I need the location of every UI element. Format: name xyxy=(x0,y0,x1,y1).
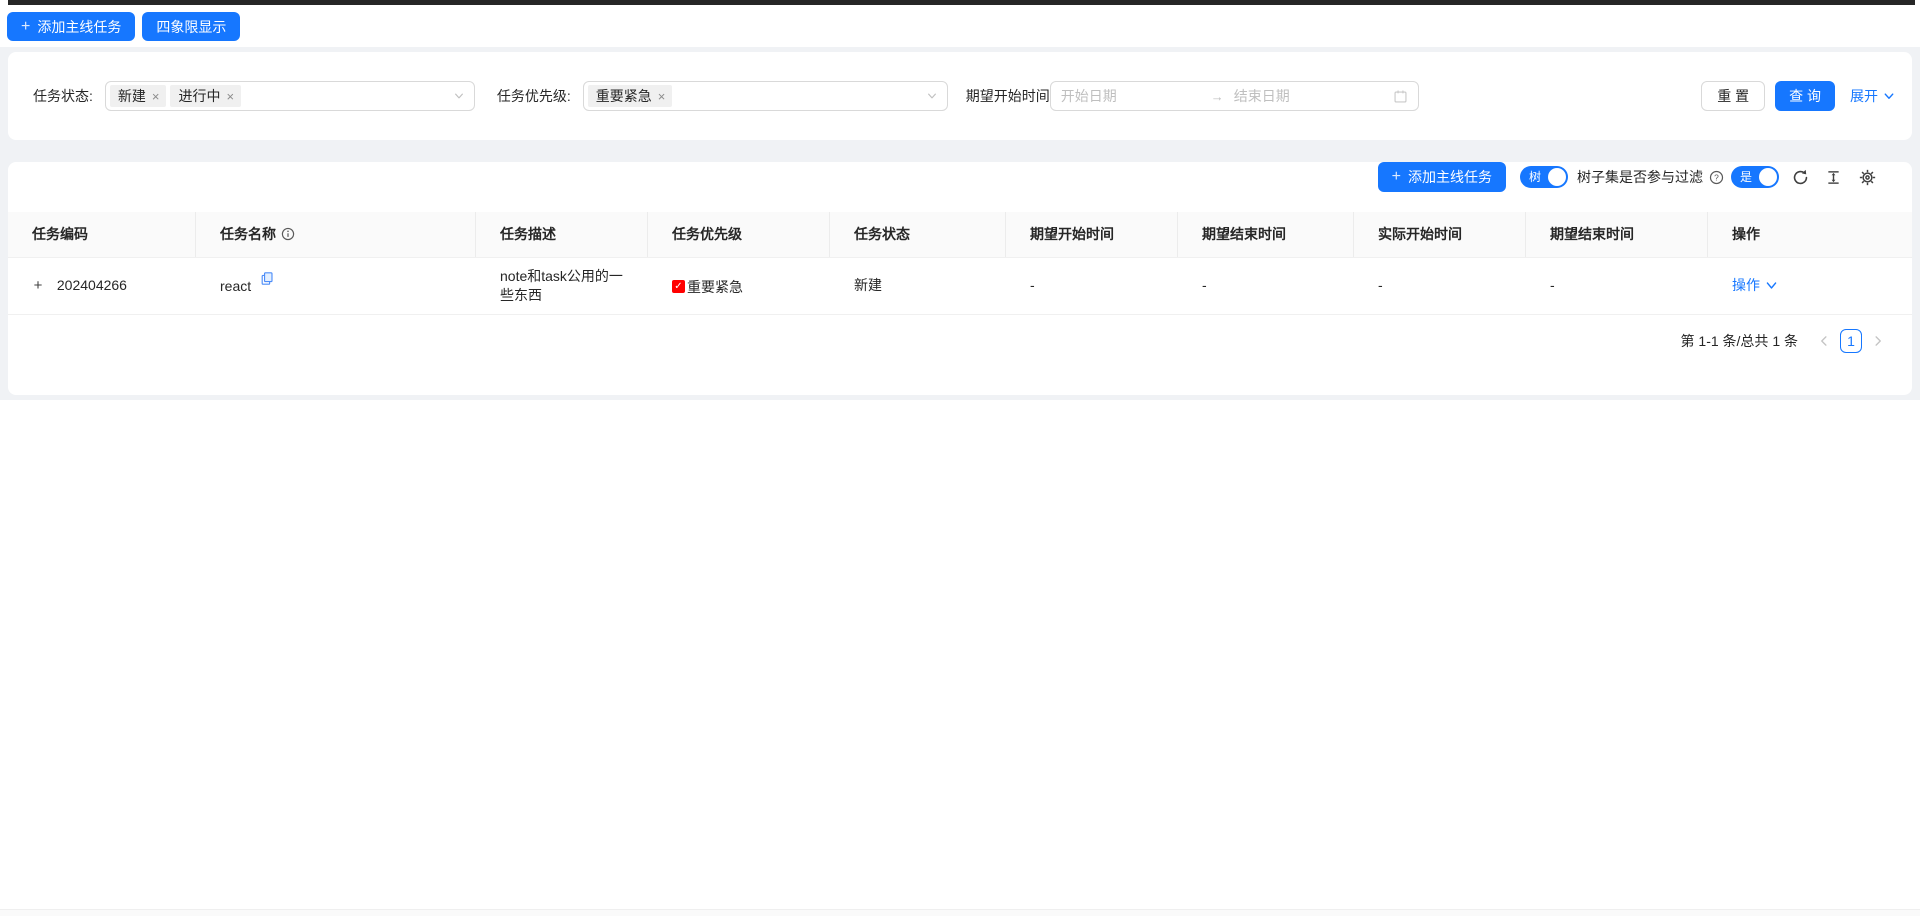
task-code-cell: + 202404266 xyxy=(8,257,196,314)
task-status-select[interactable]: 新建 × 进行中 × xyxy=(105,81,475,111)
row-expand-icon[interactable]: + xyxy=(32,276,44,296)
header-cell-actual-start: 实际开始时间 xyxy=(1354,212,1526,257)
expand-label: 展开 xyxy=(1850,86,1878,106)
start-date-input[interactable] xyxy=(1061,88,1211,104)
tag-close-icon[interactable]: × xyxy=(658,90,666,103)
expected-start-cell: - xyxy=(1006,257,1178,314)
svg-text:?: ? xyxy=(1714,172,1719,182)
header-cell-task-status: 任务状态 xyxy=(830,212,1006,257)
copy-icon[interactable] xyxy=(260,271,274,286)
task-description-value: note和task公用的一些东西 xyxy=(500,268,623,302)
header-cell-task-priority: 任务优先级 xyxy=(648,212,830,257)
header-cell-actions: 操作 xyxy=(1708,212,1912,257)
status-tag-new-label: 新建 xyxy=(118,86,146,106)
expand-filters-link[interactable]: 展开 xyxy=(1850,86,1895,106)
priority-value: 重要紧急 xyxy=(687,278,743,296)
date-range-picker[interactable]: → xyxy=(1050,81,1419,111)
pagination-total: 第 1-1 条/总共 1 条 xyxy=(1681,331,1798,351)
calendar-icon[interactable] xyxy=(1393,89,1408,104)
header-cell-task-description: 任务描述 xyxy=(476,212,648,257)
task-description-cell: note和task公用的一些东西 xyxy=(476,257,648,314)
pagination-page-1[interactable]: 1 xyxy=(1840,329,1862,353)
priority-tag-label: 重要紧急 xyxy=(596,86,652,106)
expected-end-2-cell: - xyxy=(1526,257,1708,314)
expected-start-time-label: 期望开始时间 xyxy=(966,86,1050,106)
priority-check-icon: ✓ xyxy=(672,280,685,293)
actual-start-cell: - xyxy=(1354,257,1526,314)
reset-button[interactable]: 重 置 xyxy=(1701,81,1765,111)
row-action-dropdown[interactable]: 操作 xyxy=(1732,276,1778,294)
refresh-icon[interactable] xyxy=(1792,169,1809,186)
plus-icon: + xyxy=(1392,169,1401,185)
task-name-header-label: 任务名称 xyxy=(220,224,276,244)
quadrant-display-label: 四象限显示 xyxy=(156,17,226,37)
header-cell-expected-start: 期望开始时间 xyxy=(1006,212,1178,257)
header-cell-expected-end: 期望结束时间 xyxy=(1178,212,1354,257)
task-priority-select[interactable]: 重要紧急 × xyxy=(583,81,948,111)
task-priority-cell: ✓ 重要紧急 xyxy=(648,257,830,314)
filter-panel: 任务状态: 新建 × 进行中 × 任务优先级: 重要紧急 × xyxy=(8,52,1912,140)
task-status-label: 任务状态: xyxy=(33,86,93,106)
arrow-right-icon: → xyxy=(1211,89,1224,104)
table-toolbar: + 添加主线任务 树 树子集是否参与过滤 ? 是 xyxy=(8,162,1912,192)
chevron-down-icon xyxy=(926,90,938,102)
question-circle-icon[interactable]: ? xyxy=(1709,170,1724,185)
query-button[interactable]: 查 询 xyxy=(1775,81,1835,111)
top-button-bar: + 添加主线任务 四象限显示 xyxy=(0,5,1920,47)
table-header-row: 任务编码 任务名称 xyxy=(8,212,1912,257)
status-tag-in-progress-label: 进行中 xyxy=(178,86,220,106)
column-height-icon[interactable] xyxy=(1826,170,1841,185)
tree-toggle-label: 树 xyxy=(1529,171,1541,183)
tag-close-icon[interactable]: × xyxy=(152,90,160,103)
expected-end-cell: - xyxy=(1178,257,1354,314)
chevron-down-icon xyxy=(453,90,465,102)
status-tag-in-progress: 进行中 × xyxy=(170,85,241,107)
pagination-next-icon[interactable] xyxy=(1868,329,1888,353)
task-table: 任务编码 任务名称 xyxy=(8,212,1912,315)
horizontal-scrollbar[interactable] xyxy=(0,909,1920,916)
pagination-prev-icon[interactable] xyxy=(1814,329,1834,353)
toggle-knob xyxy=(1759,168,1777,186)
app-window: + 添加主线任务 四象限显示 任务状态: 新建 × 进行中 × xyxy=(0,0,1920,916)
priority-tag-important-urgent: 重要紧急 × xyxy=(588,85,673,107)
task-name-value: react xyxy=(220,278,251,294)
toolbar-add-main-task-label: 添加主线任务 xyxy=(1408,167,1492,187)
tag-close-icon[interactable]: × xyxy=(226,90,234,103)
task-priority-label: 任务优先级: xyxy=(497,86,571,106)
toggle-knob xyxy=(1548,168,1566,186)
table-panel: + 添加主线任务 树 树子集是否参与过滤 ? 是 xyxy=(8,162,1912,395)
task-status-cell: 新建 xyxy=(830,257,1006,314)
add-main-task-button[interactable]: + 添加主线任务 xyxy=(7,12,135,41)
content-area: 任务状态: 新建 × 进行中 × 任务优先级: 重要紧急 × xyxy=(0,47,1920,400)
status-tag-new: 新建 × xyxy=(110,85,167,107)
row-action-label: 操作 xyxy=(1732,276,1760,294)
tree-mode-toggle[interactable]: 树 xyxy=(1520,166,1568,188)
toolbar-add-main-task-button[interactable]: + 添加主线任务 xyxy=(1378,162,1506,192)
filter-actions: 重 置 查 询 展开 xyxy=(1701,81,1895,111)
task-name-cell: react xyxy=(196,257,476,314)
table-row: + 202404266 react xyxy=(8,257,1912,314)
quadrant-display-button[interactable]: 四象限显示 xyxy=(142,12,240,41)
chevron-down-icon xyxy=(1883,90,1895,102)
yes-toggle-label: 是 xyxy=(1740,171,1752,183)
info-circle-icon[interactable] xyxy=(281,227,295,241)
plus-icon: + xyxy=(21,19,30,35)
chevron-down-icon xyxy=(1765,279,1778,292)
header-cell-task-name: 任务名称 xyxy=(196,212,476,257)
tree-filter-label: 树子集是否参与过滤 xyxy=(1577,167,1703,187)
settings-gear-icon[interactable] xyxy=(1859,169,1876,186)
subset-filter-toggle[interactable]: 是 xyxy=(1731,166,1779,188)
actions-cell: 操作 xyxy=(1708,257,1912,314)
end-date-input[interactable] xyxy=(1234,88,1393,104)
header-cell-task-code: 任务编码 xyxy=(8,212,196,257)
status-value: 新建 xyxy=(854,277,882,293)
header-cell-expected-end-2: 期望结束时间 xyxy=(1526,212,1708,257)
add-main-task-label: 添加主线任务 xyxy=(37,17,121,37)
task-code-value: 202404266 xyxy=(57,277,127,293)
pagination: 第 1-1 条/总共 1 条 1 xyxy=(8,329,1888,353)
